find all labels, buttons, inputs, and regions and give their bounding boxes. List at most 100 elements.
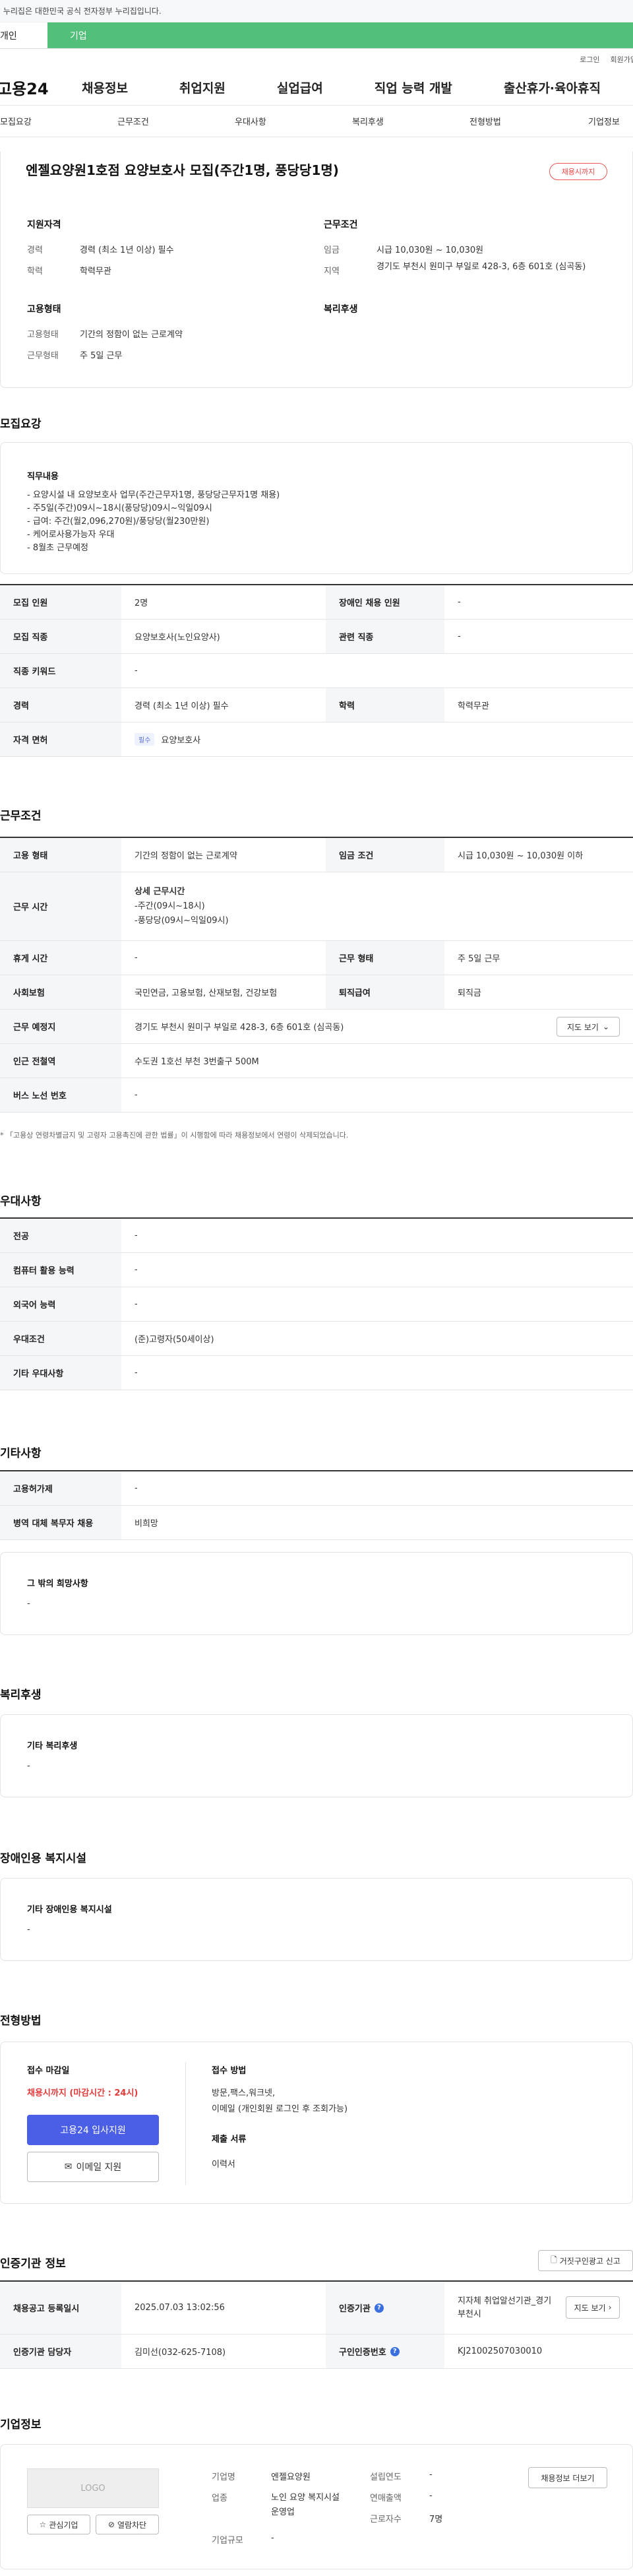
anchor-preference[interactable]: 우대사항 xyxy=(235,115,266,127)
anchor-condition[interactable]: 근무조건 xyxy=(117,115,149,127)
disability-value: - xyxy=(27,1925,30,1935)
size-label: 기업규모 xyxy=(212,2536,243,2546)
duty-line: - 주5일(주간)09시~18시(풍당당)09시~익일09시 xyxy=(27,503,212,513)
wish-card: 그 밖의 희망사항 - xyxy=(0,1552,633,1635)
info-icon[interactable]: ? xyxy=(374,2303,384,2313)
th-type: 고용 형태 xyxy=(0,838,121,872)
apply-button[interactable]: 고용24 입사지원 xyxy=(27,2115,159,2145)
edu-label: 학력 xyxy=(27,267,43,276)
th-cert-no: 구인인증번호? xyxy=(326,2334,444,2368)
staff-value: 7명 xyxy=(429,2515,443,2525)
th-pref-etc: 기타 우대사항 xyxy=(0,1356,121,1390)
td-severance: 퇴직금 xyxy=(458,988,481,998)
map-button[interactable]: 지도 보기 ⌄ xyxy=(557,1017,620,1037)
th-reg: 채용공고 등록일시 xyxy=(0,2282,121,2334)
preference-table: 전공 - 컴퓨터 활용 능력 - 외국어 능력 - 우대조건 (준)고령자(50세이상)… xyxy=(0,1217,633,1390)
company-card: LOGO ☆ 관심기업 ⊘ 열람차단 기업명 엔젤요양원 업종 노인 요양 복지시설… xyxy=(0,2444,633,2569)
company-heading: 기업정보 xyxy=(0,2418,42,2431)
selection-heading: 전형방법 xyxy=(0,2014,42,2028)
td-insurance: 국민연금, 고용보험, 산재보험, 건강보험 xyxy=(135,988,278,998)
duty-line: - 케어로사용가능자 우대 xyxy=(27,530,115,540)
recruit-table: 모집 인원 2명 장애인 채용 인원 - 모집 직종 요양보호사(노인요양사) 관련 직종… xyxy=(0,584,633,757)
info-icon[interactable]: ? xyxy=(390,2346,400,2356)
site-logo[interactable]: 고용24 xyxy=(0,76,82,99)
th-location: 근무 예정지 xyxy=(0,1010,121,1043)
th-wage: 임금 조건 xyxy=(326,838,444,872)
agency-map-button[interactable]: 지도 보기 › xyxy=(566,2296,620,2319)
area-label: 지역 xyxy=(324,267,340,276)
nav-training[interactable]: 직업 능력 개발 xyxy=(375,79,452,96)
career-label: 경력 xyxy=(27,245,43,255)
duty-line: - 요양시설 내 요양보호사 업무(주간근무자1명, 풍당당근무자1명 채용) xyxy=(27,490,280,500)
td-org-value: 지자체 취업알선기관_경기 부천시 xyxy=(458,2296,552,2319)
login-link[interactable]: 로그인 xyxy=(580,54,599,65)
disability-card: 기타 장애인용 복지시설 - xyxy=(0,1878,633,1961)
sales-label: 연매출액 xyxy=(370,2494,402,2503)
tab-company[interactable]: 기업 xyxy=(47,22,633,48)
td-job: 요양보호사(노인요양사) xyxy=(135,633,220,643)
td-license: 필수 요양보호사 xyxy=(121,723,633,756)
nav-jobs[interactable]: 채용정보 xyxy=(82,79,128,96)
sales-value: - xyxy=(429,2491,433,2501)
more-jobs-label: 채용정보 더보기 xyxy=(541,2473,595,2483)
th-time: 근무 시간 xyxy=(0,872,121,940)
tab-personal[interactable]: 개인 xyxy=(0,22,47,48)
docs-value: 이력서 xyxy=(212,2160,235,2170)
more-jobs-button[interactable]: 채용정보 더보기 xyxy=(528,2467,607,2488)
duty-list: - 요양시설 내 요양보호사 업무(주간근무자1명, 풍당당근무자1명 채용) … xyxy=(27,489,280,555)
method-title: 접수 방법 xyxy=(212,2066,247,2076)
selection-divider xyxy=(185,2062,186,2185)
email-apply-button[interactable]: ✉ 이메일 지원 xyxy=(27,2152,159,2182)
th-severance: 퇴직급여 xyxy=(326,975,444,1009)
docs-title: 제출 서류 xyxy=(212,2135,247,2144)
th-manager: 인증기관 담당자 xyxy=(0,2334,121,2368)
member-tabs: 개인 기업 xyxy=(0,22,633,49)
anchor-recruit[interactable]: 모집요강 xyxy=(0,115,32,127)
age-note: * 「고용상 연령차별금지 및 고령자 고용촉진에 관한 법률」이 시행함에 따… xyxy=(0,1131,349,1140)
chevron-right-icon: › xyxy=(608,2303,612,2312)
disability-heading: 장애인용 복지시설 xyxy=(0,1852,87,1865)
td-major: - xyxy=(135,1231,138,1240)
job-title: 엔젤요양원1호점 요양보호사 모집(주간1명, 풍당당1명) xyxy=(26,162,339,178)
anchor-company[interactable]: 기업정보 xyxy=(588,115,620,127)
section-anchor-nav: 모집요강 근무조건 우대사항 복리후생 전형방법 기업정보 xyxy=(0,106,633,137)
tab-company-label: 기업 xyxy=(70,30,87,42)
td-pref-etc: - xyxy=(135,1368,138,1378)
block-label: 열람차단 xyxy=(117,2520,147,2530)
worktype-label: 근무형태 xyxy=(27,351,59,361)
welfare-card: 기타 복리후생 - xyxy=(0,1714,633,1797)
th-keyword: 직종 키워드 xyxy=(0,654,121,688)
report-label: 거짓구인광고 신고 xyxy=(559,2256,620,2266)
required-badge: 필수 xyxy=(135,733,155,746)
time-title: 상세 근무시간 xyxy=(135,886,185,897)
time-line: -풍당당(09시~익일09시) xyxy=(135,915,229,926)
nav-unemployment[interactable]: 실업급여 xyxy=(277,79,323,96)
anchor-welfare[interactable]: 복리후생 xyxy=(352,115,384,127)
report-button[interactable]: 🗋 거짓구인광고 신고 xyxy=(538,2250,633,2271)
anchor-selection[interactable]: 전형방법 xyxy=(469,115,501,127)
method-line: 방문,팩스,워크넷, xyxy=(212,2088,276,2098)
block-icon: ⊘ xyxy=(107,2520,115,2529)
th-org-label: 인증기관 xyxy=(339,2304,371,2314)
td-disabled: - xyxy=(458,597,461,607)
interest-button[interactable]: ☆ 관심기업 xyxy=(27,2515,90,2534)
td-related: - xyxy=(458,631,461,641)
nav-employment-support[interactable]: 취업지원 xyxy=(179,79,226,96)
th-insurance: 사회보험 xyxy=(0,975,121,1009)
star-icon: ☆ xyxy=(39,2520,47,2529)
nav-leave[interactable]: 출산휴가·육아휴직 xyxy=(504,79,601,96)
qualification-title: 지원자격 xyxy=(27,220,61,230)
industry-label: 업종 xyxy=(212,2494,227,2503)
td-type: 기간의 정함이 없는 근로계약 xyxy=(135,851,237,861)
td-keyword: - xyxy=(135,666,138,676)
duty-line: - 8월초 근무예정 xyxy=(27,543,88,553)
area-value: 경기도 부천시 원미구 부일로 428-3, 6층 601호 (심곡동) xyxy=(377,262,586,272)
td-edu: 학력무관 xyxy=(458,701,489,711)
td-subway: 수도권 1호선 부천 3번출구 500M xyxy=(135,1057,259,1067)
wage-label: 임금 xyxy=(324,245,340,255)
td-wage: 시급 10,030원 ~ 10,030원 이하 xyxy=(458,851,584,861)
worktype-value: 주 5일 근무 xyxy=(80,351,123,361)
block-button[interactable]: ⊘ 열람차단 xyxy=(96,2515,159,2534)
td-form: 주 5일 근무 xyxy=(458,954,500,964)
join-link[interactable]: 회원가입 xyxy=(611,54,633,65)
